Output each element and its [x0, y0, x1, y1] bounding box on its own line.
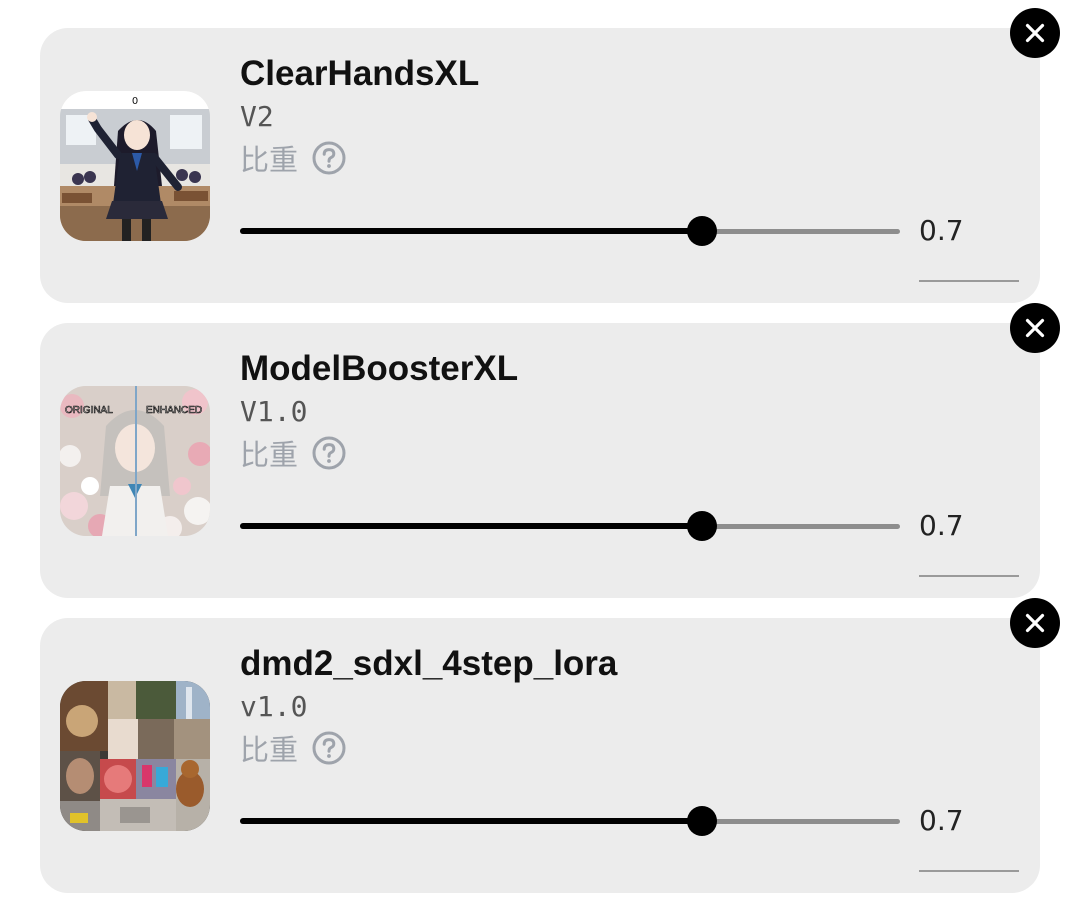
lora-name: ModelBoosterXL — [240, 349, 519, 388]
slider-fill — [240, 228, 702, 234]
weight-input[interactable] — [919, 208, 1019, 282]
lora-card: 0 ClearHandsXL V2 比重 0.7 — [40, 8, 1060, 303]
weight-label: 比重 — [240, 438, 299, 472]
lora-thumbnail: 0 — [60, 91, 210, 241]
lora-version: V2 — [240, 100, 274, 133]
lora-version: v1.0 — [240, 690, 308, 723]
weight-slider[interactable] — [240, 216, 900, 246]
photo-collage-thumbnail — [60, 681, 210, 831]
weight-label-row: 比重 — [240, 726, 346, 770]
close-icon — [1025, 23, 1045, 43]
weight-label-row: 比重 — [240, 136, 346, 180]
remove-button[interactable] — [1010, 598, 1060, 648]
lora-name: dmd2_sdxl_4step_lora — [240, 644, 618, 683]
lora-card: dmd2_sdxl_4step_lora v1.0 比重 — [40, 598, 1060, 893]
lora-thumbnail — [60, 681, 210, 831]
weight-input[interactable] — [919, 798, 1019, 872]
weight-label-row: 比重 — [240, 431, 346, 475]
lora-list: 0 ClearHandsXL V2 比重 0.7 ORIGINAL ENHANC… — [0, 0, 1080, 901]
enhanced-label: ENHANCED — [146, 405, 202, 416]
anime-classroom-thumbnail: 0 — [60, 91, 210, 241]
original-label: ORIGINAL — [65, 405, 113, 416]
weight-slider[interactable] — [240, 806, 900, 836]
remove-button[interactable] — [1010, 303, 1060, 353]
flower-portrait-thumbnail: ORIGINAL ENHANCED — [60, 386, 210, 536]
question-circle-icon[interactable] — [312, 731, 346, 765]
thumbnail-caption: 0 — [132, 96, 138, 107]
close-icon — [1025, 318, 1045, 338]
close-icon — [1025, 613, 1045, 633]
lora-version: V1.0 — [240, 395, 308, 428]
slider-fill — [240, 523, 702, 529]
weight-label: 比重 — [240, 733, 299, 767]
weight-slider[interactable] — [240, 511, 900, 541]
slider-fill — [240, 818, 702, 824]
slider-thumb[interactable] — [687, 806, 717, 836]
question-circle-icon[interactable] — [312, 141, 346, 175]
lora-card: ORIGINAL ENHANCED ModelBoosterXL V1.0 比重 — [40, 303, 1060, 598]
remove-button[interactable] — [1010, 8, 1060, 58]
slider-thumb[interactable] — [687, 511, 717, 541]
lora-name: ClearHandsXL — [240, 54, 480, 93]
question-circle-icon[interactable] — [312, 436, 346, 470]
slider-thumb[interactable] — [687, 216, 717, 246]
weight-label: 比重 — [240, 143, 299, 177]
lora-thumbnail: ORIGINAL ENHANCED — [60, 386, 210, 536]
weight-input[interactable] — [919, 503, 1019, 577]
